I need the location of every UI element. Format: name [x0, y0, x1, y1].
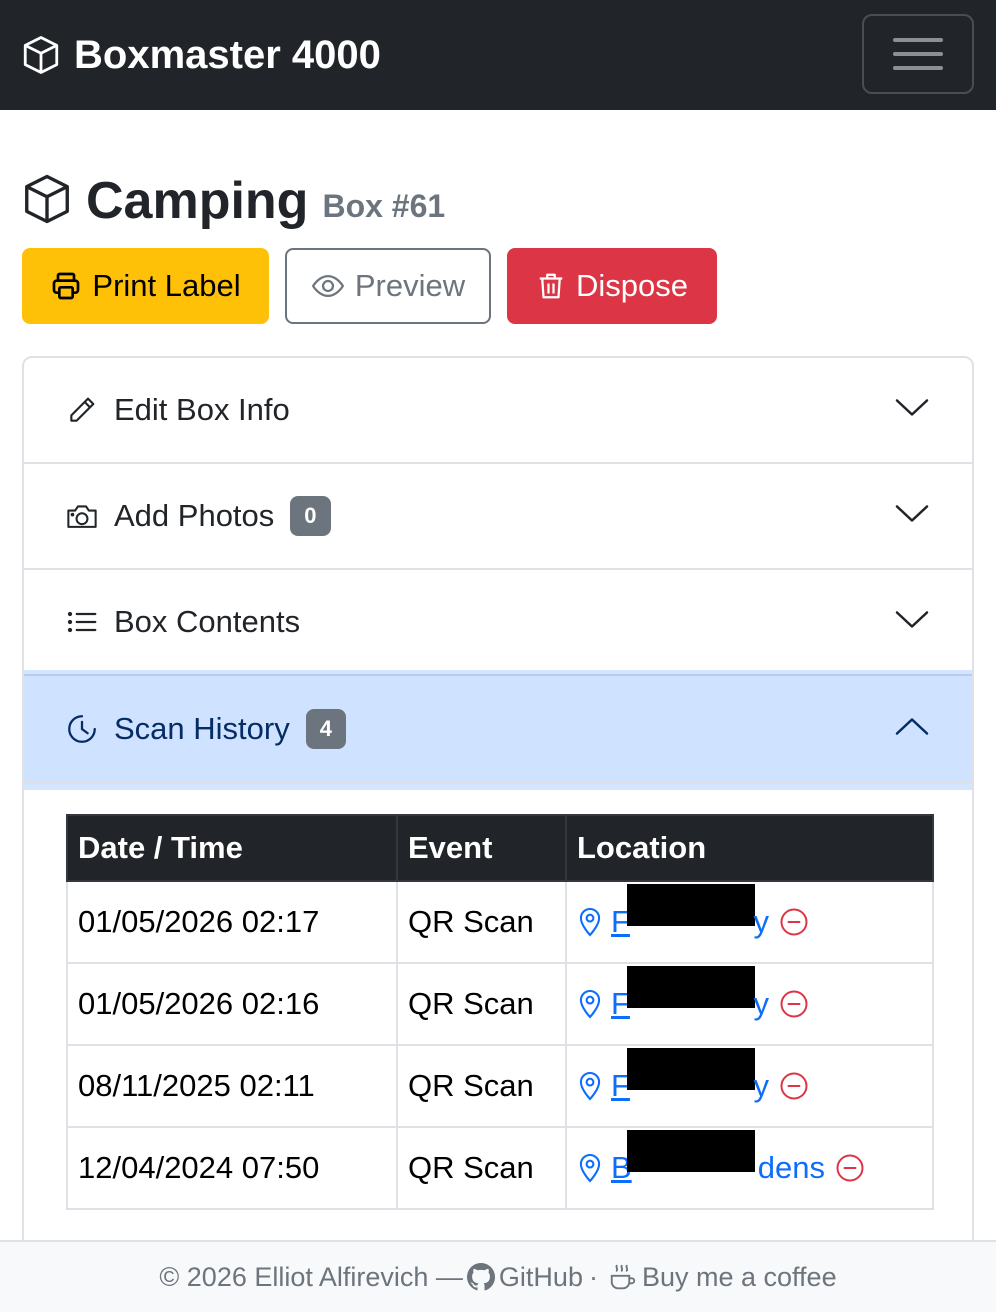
location-text-end: dens: [757, 1150, 825, 1185]
location-text-end: y: [753, 1068, 770, 1103]
navbar: Boxmaster 4000: [0, 0, 996, 110]
accordion-label-wrap: Add Photos 0: [114, 496, 331, 536]
scan-history-table: Date / Time Event Location 01/05/2026 02…: [66, 814, 934, 1210]
scan-datetime: 01/05/2026 02:17: [66, 880, 398, 964]
list-icon: [64, 604, 100, 640]
coffee-cup-icon: [610, 1264, 636, 1290]
column-header: Event: [396, 814, 567, 882]
navbar-toggler-button[interactable]: [862, 14, 974, 94]
location-text-end: y: [753, 986, 770, 1021]
geo-pin-icon: [579, 1071, 601, 1101]
accordion-label: Box Contents: [114, 604, 301, 639]
column-header: Date / Time: [66, 814, 398, 882]
coffee-link[interactable]: Buy me a coffee: [604, 1262, 837, 1293]
copyright-text: © 2026 Elliot Alfirevich —: [159, 1261, 463, 1292]
print-label-button[interactable]: Print Label: [22, 248, 269, 324]
chevron-up-icon: [894, 716, 930, 743]
scan-datetime: 01/05/2026 02:16: [66, 962, 398, 1046]
scan-location: Bdens: [565, 1126, 934, 1210]
chevron-down-icon: [894, 397, 930, 424]
camera-icon: [64, 498, 100, 534]
location-text-end: y: [753, 904, 770, 939]
print-label-text: Print Label: [92, 268, 241, 303]
accordion-add-photos[interactable]: Add Photos 0: [24, 464, 972, 570]
location-link[interactable]: Fy: [611, 966, 770, 1022]
box-number: Box #61: [322, 188, 446, 224]
scan-count-badge: 4: [305, 709, 346, 749]
accordion-label: Scan History: [114, 711, 290, 746]
brand-title: Boxmaster 4000: [74, 32, 381, 77]
scan-location: Fy: [565, 1044, 934, 1128]
geo-pin-icon: [579, 907, 601, 937]
box-name: Camping: [86, 172, 309, 230]
photo-count-badge: 0: [290, 496, 331, 536]
redaction: [627, 1130, 755, 1172]
scan-location: Fy: [565, 962, 934, 1046]
box-accordion: Edit Box Info Add Photos 0 Box Contents S…: [22, 356, 974, 1256]
scan-event: QR Scan: [396, 962, 567, 1046]
github-link[interactable]: GitHub: [463, 1262, 583, 1293]
accordion-label-wrap: Scan History 4: [114, 709, 346, 749]
table-row: 01/05/2026 02:16 QR Scan Fy: [66, 962, 934, 1046]
scan-event: QR Scan: [396, 1126, 567, 1210]
remove-location-icon[interactable]: [779, 989, 809, 1019]
redaction: [627, 884, 755, 926]
page-title: Camping Box #61: [20, 170, 445, 232]
eye-icon: [311, 274, 345, 298]
chevron-down-icon: [894, 503, 930, 530]
table-row: 01/05/2026 02:17 QR Scan Fy: [66, 880, 934, 964]
accordion-box-contents[interactable]: Box Contents: [24, 570, 972, 676]
footer: © 2026 Elliot Alfirevich — GitHub · Buy …: [0, 1240, 996, 1312]
github-icon: [466, 1263, 495, 1291]
scan-datetime: 08/11/2025 02:11: [66, 1044, 398, 1128]
location-link[interactable]: Bdens: [611, 1130, 825, 1186]
dispose-text: Dispose: [576, 268, 688, 303]
geo-pin-icon: [579, 1153, 601, 1183]
redaction: [627, 966, 755, 1008]
remove-location-icon[interactable]: [779, 907, 809, 937]
pencil-icon: [64, 392, 100, 428]
scan-event: QR Scan: [396, 1044, 567, 1128]
github-text: GitHub: [498, 1261, 583, 1292]
clock-history-icon: [64, 711, 100, 747]
column-header: Location: [565, 814, 934, 882]
table-row: 12/04/2024 07:50 QR Scan Bdens: [66, 1126, 934, 1210]
location-link[interactable]: Fy: [611, 1048, 770, 1104]
accordion-label: Edit Box Info: [114, 392, 290, 427]
printer-icon: [53, 272, 80, 300]
scan-datetime: 12/04/2024 07:50: [66, 1126, 398, 1210]
preview-text: Preview: [354, 268, 466, 303]
redaction: [627, 1048, 755, 1090]
accordion-edit-box-info[interactable]: Edit Box Info: [24, 358, 972, 464]
geo-pin-icon: [579, 989, 601, 1019]
box-icon: [23, 36, 59, 74]
scan-event: QR Scan: [396, 880, 567, 964]
trash-icon: [539, 273, 563, 299]
table-header-row: Date / Time Event Location: [66, 814, 934, 882]
remove-location-icon[interactable]: [835, 1153, 865, 1183]
accordion-scan-history[interactable]: Scan History 4: [24, 676, 972, 784]
accordion-label: Add Photos: [114, 498, 275, 533]
brand-link[interactable]: Boxmaster 4000: [20, 30, 381, 80]
hamburger-icon: [893, 38, 943, 70]
coffee-text: Buy me a coffee: [641, 1261, 837, 1292]
remove-location-icon[interactable]: [779, 1071, 809, 1101]
location-link[interactable]: Fy: [611, 884, 770, 940]
footer-separator: ·: [588, 1261, 598, 1292]
dispose-button[interactable]: Dispose: [507, 248, 717, 324]
chevron-down-icon: [894, 609, 930, 636]
table-row: 08/11/2025 02:11 QR Scan Fy: [66, 1044, 934, 1128]
scan-location: Fy: [565, 880, 934, 964]
box-icon: [25, 174, 69, 224]
preview-button[interactable]: Preview: [285, 248, 491, 324]
